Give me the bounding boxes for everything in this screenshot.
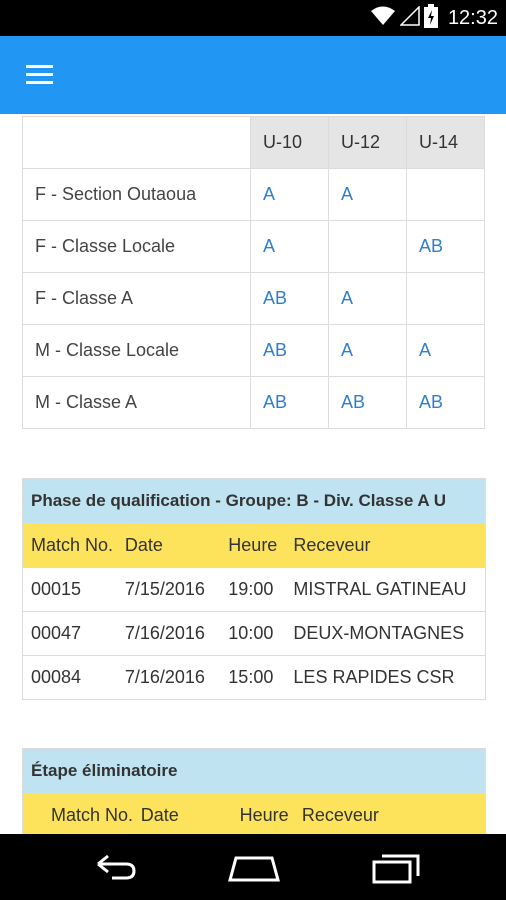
table-row: F - Classe Locale A AB <box>22 220 485 273</box>
header-date: Date <box>124 534 163 555</box>
group-link[interactable]: A <box>250 168 329 221</box>
match-no: 00084 <box>31 667 82 687</box>
match-home: LES RAPIDES CSR <box>293 667 455 687</box>
group-link[interactable] <box>406 168 485 221</box>
wifi-icon <box>370 6 396 31</box>
row-label: F - Section Outaoua <box>22 168 251 221</box>
group-link[interactable]: AB <box>406 220 485 273</box>
hamburger-icon[interactable] <box>26 65 54 87</box>
group-link[interactable]: AB <box>406 376 485 429</box>
status-icons: 12:32 <box>370 3 498 33</box>
battery-icon <box>423 3 438 33</box>
table-corner-cell <box>22 116 251 169</box>
group-link[interactable]: AB <box>250 376 329 429</box>
header-match-no: Match No. <box>51 804 134 825</box>
row-label: M - Classe Locale <box>22 324 251 377</box>
group-link[interactable]: A <box>406 324 485 377</box>
header-time: Heure <box>228 534 278 555</box>
header-home: Receveur <box>301 804 379 825</box>
match-row[interactable]: 00047 7/16/2016 10:00 DEUX-MONTAGNES <box>23 611 485 655</box>
match-home: DEUX-MONTAGNES <box>293 623 465 643</box>
nav-bar <box>0 834 506 900</box>
group-link[interactable]: A <box>328 324 407 377</box>
match-row[interactable]: 00084 7/16/2016 15:00 LES RAPIDES CSR <box>23 655 485 699</box>
match-row[interactable]: 00015 7/15/2016 19:00 MISTRAL GATINEAU <box>23 567 485 611</box>
table-header-row: Match No. Date Heure Receveur <box>23 523 485 567</box>
header-date: Date <box>140 804 179 825</box>
table-row: F - Section Outaoua A A <box>22 168 485 221</box>
match-no: 00047 <box>31 623 82 643</box>
table-header-row: U-10 U-12 U-14 <box>22 116 485 169</box>
header-time: Heure <box>239 804 289 825</box>
column-header: U-12 <box>328 116 407 169</box>
content-area[interactable]: U-10 U-12 U-14 F - Section Outaoua A A F… <box>0 114 506 834</box>
row-label: F - Classe Locale <box>22 220 251 273</box>
match-date: 7/15/2016 <box>124 579 205 599</box>
back-icon[interactable] <box>84 850 144 884</box>
group-link[interactable]: AB <box>328 376 407 429</box>
match-home: MISTRAL GATINEAU <box>293 579 467 599</box>
table-header-row: Match No. Date Heure Receveur <box>23 793 485 834</box>
status-bar: 12:32 <box>0 0 506 36</box>
row-label: M - Classe A <box>22 376 251 429</box>
signal-icon <box>399 4 420 31</box>
group-link[interactable]: AB <box>250 272 329 325</box>
table-row: M - Classe A AB AB AB <box>22 376 485 429</box>
group-link[interactable] <box>328 220 407 273</box>
match-time: 10:00 <box>228 623 274 643</box>
match-no: 00015 <box>31 579 82 599</box>
match-date: 7/16/2016 <box>124 623 205 643</box>
match-time: 15:00 <box>228 667 274 687</box>
match-time: 19:00 <box>228 579 274 599</box>
row-label: F - Classe A <box>22 272 251 325</box>
app-bar <box>0 36 506 114</box>
section-title: Phase de qualification - Groupe: B - Div… <box>23 479 485 523</box>
group-link[interactable]: A <box>328 272 407 325</box>
group-link[interactable]: A <box>250 220 329 273</box>
category-table: U-10 U-12 U-14 F - Section Outaoua A A F… <box>22 116 485 429</box>
column-header: U-14 <box>406 116 485 169</box>
elimination-section: Étape éliminatoire Match No. Date Heure … <box>22 748 486 834</box>
home-icon[interactable] <box>224 850 284 884</box>
match-date: 7/16/2016 <box>124 667 205 687</box>
group-link[interactable]: AB <box>250 324 329 377</box>
status-time: 12:32 <box>447 6 498 29</box>
section-title: Étape éliminatoire <box>23 749 485 793</box>
group-link[interactable] <box>406 272 485 325</box>
qualification-section: Phase de qualification - Groupe: B - Div… <box>22 478 486 700</box>
recent-apps-icon[interactable] <box>366 850 426 884</box>
header-match-no: Match No. <box>31 534 114 555</box>
table-row: M - Classe Locale AB A A <box>22 324 485 377</box>
group-link[interactable]: A <box>328 168 407 221</box>
header-home: Receveur <box>293 534 371 555</box>
table-row: F - Classe A AB A <box>22 272 485 325</box>
column-header: U-10 <box>250 116 329 169</box>
